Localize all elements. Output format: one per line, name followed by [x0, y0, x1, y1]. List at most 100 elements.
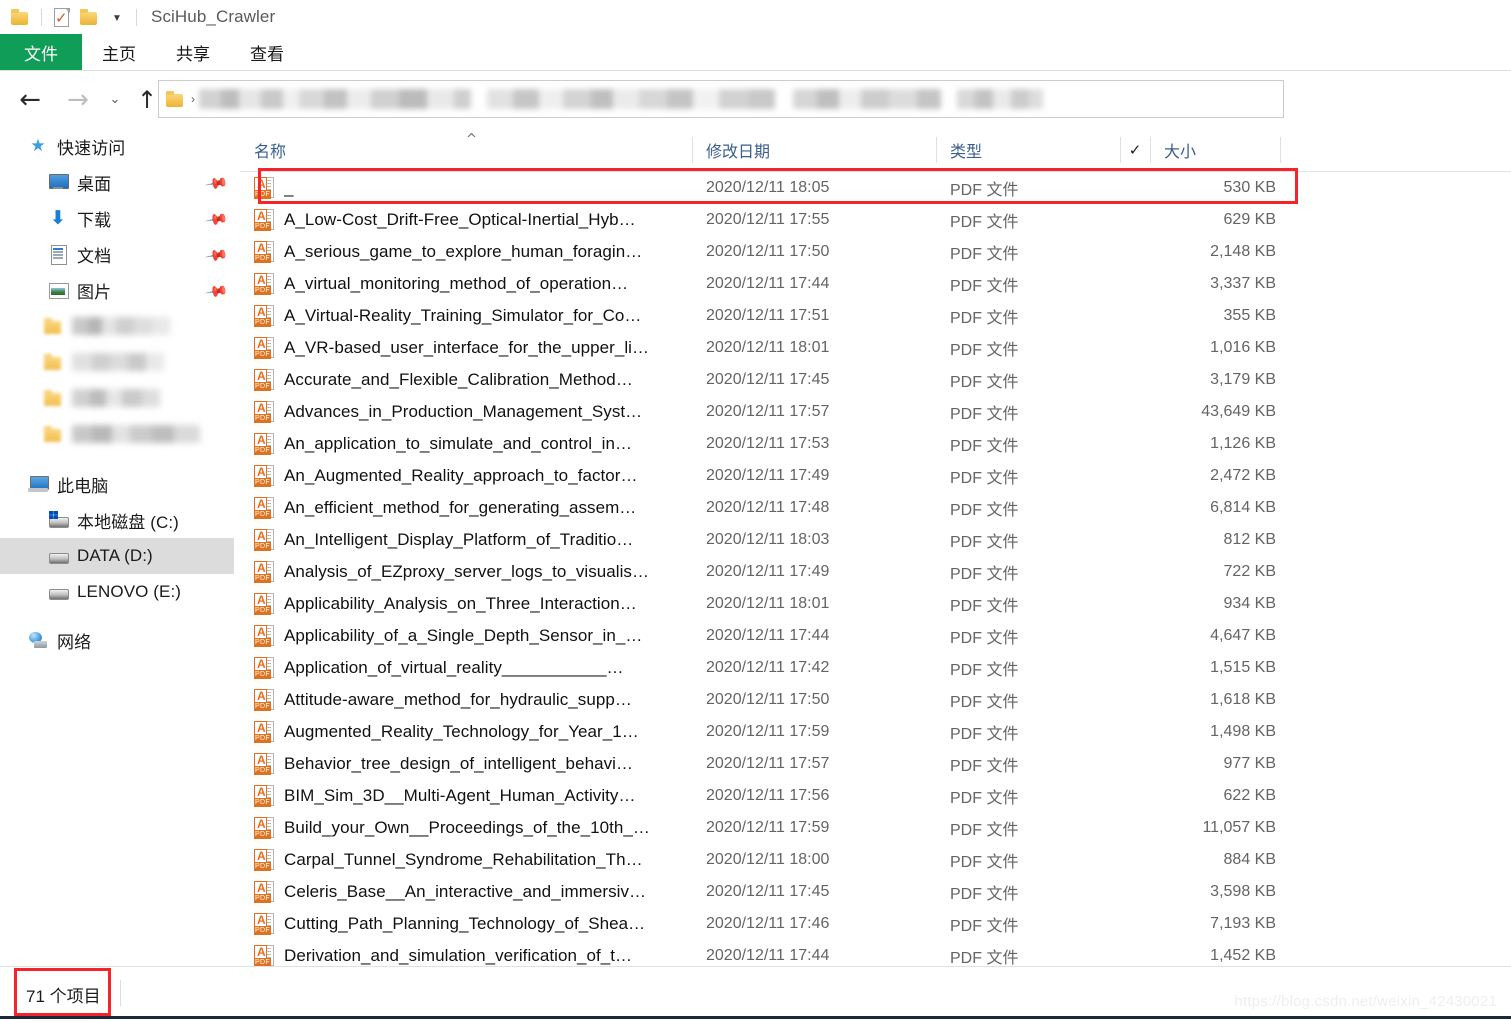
- file-name-cell[interactable]: PDF A_Virtual-Reality_Training_Simulator_…: [240, 300, 692, 332]
- file-row[interactable]: PDF Behavior_tree_design_of_intelligent_b…: [240, 748, 1511, 780]
- customize-caret-icon[interactable]: ▼: [109, 13, 125, 24]
- sidebar-item-drive-e[interactable]: LENOVO (E:): [0, 574, 234, 610]
- file-check-cell: [1120, 588, 1150, 620]
- file-name-cell[interactable]: PDF An_Intelligent_Display_Platform_of_Tr…: [240, 524, 692, 556]
- breadcrumb-redacted-3[interactable]: [793, 89, 941, 109]
- breadcrumb-redacted-1[interactable]: [199, 89, 471, 109]
- file-name-cell[interactable]: PDF _: [240, 172, 692, 204]
- new-folder-icon[interactable]: [80, 9, 99, 25]
- file-row[interactable]: PDF A_serious_game_to_explore_human_forag…: [240, 236, 1511, 268]
- file-row[interactable]: PDF BIM_Sim_3D__Multi-Agent_Human_Activit…: [240, 780, 1511, 812]
- file-row[interactable]: PDF Accurate_and_Flexible_Calibration_Met…: [240, 364, 1511, 396]
- breadcrumb-redacted-4[interactable]: [957, 89, 1043, 109]
- file-row[interactable]: PDF An_efficient_method_for_generating_as…: [240, 492, 1511, 524]
- column-header-size[interactable]: 大小: [1150, 128, 1280, 172]
- folder-icon[interactable]: [11, 9, 30, 25]
- file-name-cell[interactable]: PDF Applicability_of_a_Single_Depth_Senso…: [240, 620, 692, 652]
- pdf-file-icon: PDF: [254, 240, 275, 264]
- file-row[interactable]: PDF A_Virtual-Reality_Training_Simulator_…: [240, 300, 1511, 332]
- sidebar-item-pictures[interactable]: 图片 📌: [0, 272, 234, 308]
- file-name-label: Carpal_Tunnel_Syndrome_Rehabilitation_Th…: [284, 850, 643, 869]
- chevron-down-icon[interactable]: ⌄: [102, 92, 128, 107]
- file-row[interactable]: PDF A_Low-Cost_Drift-Free_Optical-Inertia…: [240, 204, 1511, 236]
- file-row[interactable]: PDF A_VR-based_user_interface_for_the_upp…: [240, 332, 1511, 364]
- file-row[interactable]: PDF An_Augmented_Reality_approach_to_fact…: [240, 460, 1511, 492]
- file-name-cell[interactable]: PDF Applicability_Analysis_on_Three_Inter…: [240, 588, 692, 620]
- tab-share[interactable]: 共享: [156, 34, 230, 71]
- column-headers: 名称 ^ 修改日期 类型 ✓ 大小: [240, 128, 1511, 172]
- pin-icon[interactable]: 📌: [204, 171, 230, 196]
- file-name-cell[interactable]: PDF Analysis_of_EZproxy_server_logs_to_vi…: [240, 556, 692, 588]
- file-row[interactable]: PDF Attitude-aware_method_for_hydraulic_s…: [240, 684, 1511, 716]
- properties-icon[interactable]: ✓: [53, 7, 70, 27]
- file-name-label: Applicability_Analysis_on_Three_Interact…: [284, 594, 637, 613]
- file-row[interactable]: PDF Augmented_Reality_Technology_for_Year…: [240, 716, 1511, 748]
- file-name-cell[interactable]: PDF Advances_in_Production_Management_Sys…: [240, 396, 692, 428]
- sidebar-item-quick-access[interactable]: ★ 快速访问: [0, 128, 234, 164]
- pin-icon[interactable]: 📌: [204, 279, 230, 304]
- file-row[interactable]: PDF Celeris_Base__An_interactive_and_imme…: [240, 876, 1511, 908]
- file-row[interactable]: PDF Build_your_Own__Proceedings_of_the_10…: [240, 812, 1511, 844]
- file-name-cell[interactable]: PDF Accurate_and_Flexible_Calibration_Met…: [240, 364, 692, 396]
- file-row[interactable]: PDF _ 2020/12/11 18:05 PDF 文件 530 KB: [240, 168, 1511, 204]
- file-row[interactable]: PDF Applicability_Analysis_on_Three_Inter…: [240, 588, 1511, 620]
- file-name-cell[interactable]: PDF An_Augmented_Reality_approach_to_fact…: [240, 460, 692, 492]
- file-name-cell[interactable]: PDF Attitude-aware_method_for_hydraulic_s…: [240, 684, 692, 716]
- column-header-name[interactable]: 名称 ^: [240, 128, 692, 172]
- file-name-cell[interactable]: PDF Build_your_Own__Proceedings_of_the_10…: [240, 812, 692, 844]
- sidebar-item-redacted-folder[interactable]: [0, 380, 234, 416]
- file-name-cell[interactable]: PDF Behavior_tree_design_of_intelligent_b…: [240, 748, 692, 780]
- back-icon[interactable]: ←: [10, 85, 50, 115]
- column-header-type[interactable]: 类型: [936, 128, 1120, 172]
- file-name-cell[interactable]: PDF A_virtual_monitoring_method_of_operat…: [240, 268, 692, 300]
- file-row[interactable]: PDF An_Intelligent_Display_Platform_of_Tr…: [240, 524, 1511, 556]
- breadcrumb-chevron-icon[interactable]: ›: [191, 92, 195, 106]
- sidebar-item-desktop[interactable]: 桌面 📌: [0, 164, 234, 200]
- column-header-checkmark-icon[interactable]: ✓: [1120, 128, 1150, 172]
- sidebar-item-network[interactable]: 网络: [0, 622, 234, 658]
- file-size-cell: 11,057 KB: [1202, 819, 1276, 836]
- file-name-label: _: [284, 178, 294, 197]
- sidebar-item-documents[interactable]: 文档 📌: [0, 236, 234, 272]
- file-name-cell[interactable]: PDF Application_of_virtual_reality_______…: [240, 652, 692, 684]
- file-row[interactable]: PDF Applicability_of_a_Single_Depth_Senso…: [240, 620, 1511, 652]
- file-name-cell[interactable]: PDF A_VR-based_user_interface_for_the_upp…: [240, 332, 692, 364]
- file-row[interactable]: PDF A_virtual_monitoring_method_of_operat…: [240, 268, 1511, 300]
- file-row[interactable]: PDF Carpal_Tunnel_Syndrome_Rehabilitation…: [240, 844, 1511, 876]
- file-row[interactable]: PDF Advances_in_Production_Management_Sys…: [240, 396, 1511, 428]
- forward-icon[interactable]: →: [58, 85, 98, 115]
- file-row[interactable]: PDF Cutting_Path_Planning_Technology_of_S…: [240, 908, 1511, 940]
- sidebar-item-redacted-folder[interactable]: [0, 416, 234, 452]
- sidebar-item-drive-d[interactable]: DATA (D:): [0, 538, 234, 574]
- file-row[interactable]: PDF Application_of_virtual_reality_______…: [240, 652, 1511, 684]
- file-name-cell[interactable]: PDF A_Low-Cost_Drift-Free_Optical-Inertia…: [240, 204, 692, 236]
- tab-view[interactable]: 查看: [230, 34, 304, 71]
- file-name-cell[interactable]: PDF Augmented_Reality_Technology_for_Year…: [240, 716, 692, 748]
- file-name-cell[interactable]: PDF Carpal_Tunnel_Syndrome_Rehabilitation…: [240, 844, 692, 876]
- file-size-cell: 1,618 KB: [1210, 691, 1276, 708]
- file-check-cell: [1120, 652, 1150, 684]
- tab-file[interactable]: 文件: [0, 34, 82, 71]
- file-check-cell: [1120, 748, 1150, 780]
- sidebar-item-redacted-folder[interactable]: [0, 308, 234, 344]
- breadcrumb-redacted-2[interactable]: [487, 89, 775, 109]
- pin-icon[interactable]: 📌: [204, 207, 230, 232]
- file-name-cell[interactable]: PDF A_serious_game_to_explore_human_forag…: [240, 236, 692, 268]
- file-row[interactable]: PDF Analysis_of_EZproxy_server_logs_to_vi…: [240, 556, 1511, 588]
- file-name-cell[interactable]: PDF Celeris_Base__An_interactive_and_imme…: [240, 876, 692, 908]
- file-row[interactable]: PDF An_application_to_simulate_and_contro…: [240, 428, 1511, 460]
- tab-home[interactable]: 主页: [82, 34, 156, 71]
- file-name-cell[interactable]: PDF Cutting_Path_Planning_Technology_of_S…: [240, 908, 692, 940]
- pin-icon[interactable]: 📌: [204, 243, 230, 268]
- sidebar-item-downloads[interactable]: ⬇ 下载 📌: [0, 200, 234, 236]
- file-name-cell[interactable]: PDF An_application_to_simulate_and_contro…: [240, 428, 692, 460]
- address-bar[interactable]: ›: [158, 80, 1284, 118]
- file-name-cell[interactable]: PDF An_efficient_method_for_generating_as…: [240, 492, 692, 524]
- file-type-cell: PDF 文件: [950, 790, 1019, 807]
- sidebar-item-drive-c[interactable]: 本地磁盘 (C:): [0, 502, 234, 538]
- sidebar-item-redacted-folder[interactable]: [0, 344, 234, 380]
- sidebar-item-this-pc[interactable]: 此电脑: [0, 466, 234, 502]
- file-name-label: A_Low-Cost_Drift-Free_Optical-Inertial_H…: [284, 210, 636, 229]
- file-name-cell[interactable]: PDF BIM_Sim_3D__Multi-Agent_Human_Activit…: [240, 780, 692, 812]
- column-header-date-modified[interactable]: 修改日期: [692, 128, 936, 172]
